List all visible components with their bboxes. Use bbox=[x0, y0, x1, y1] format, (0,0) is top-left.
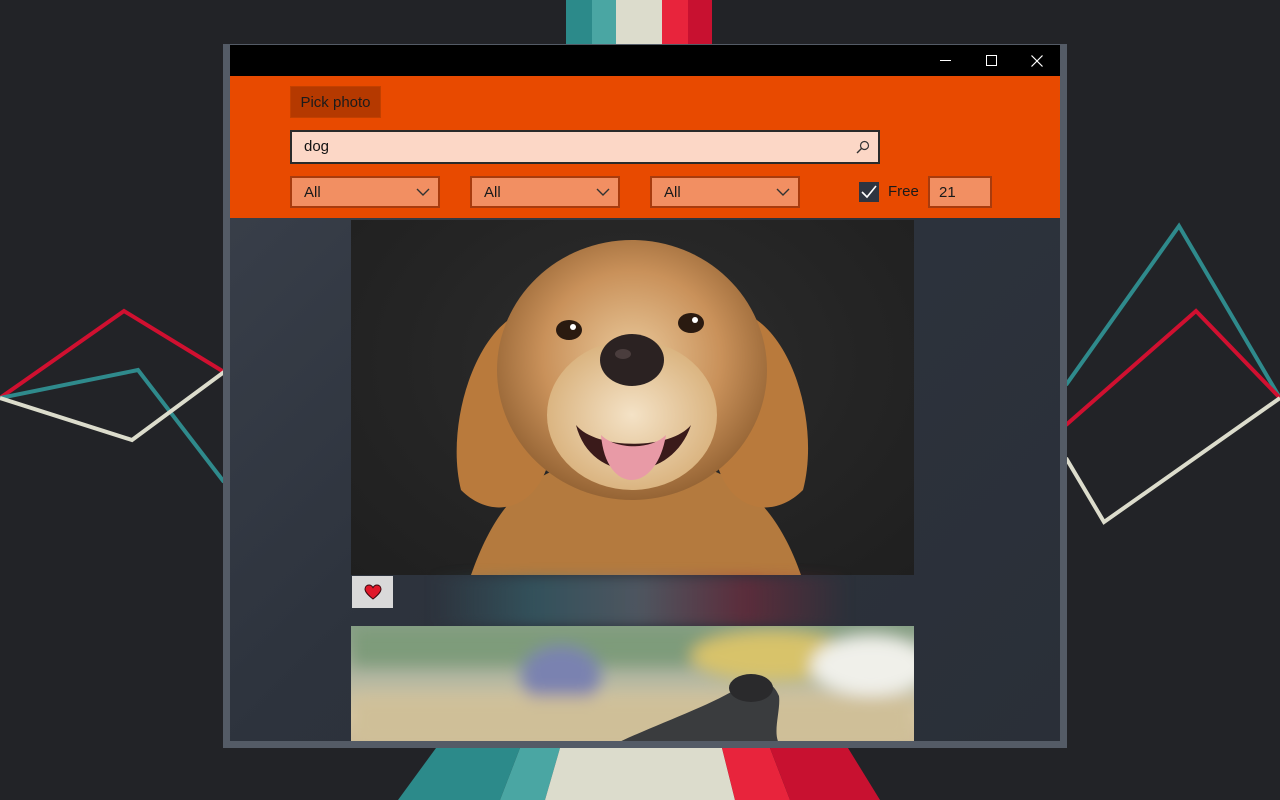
maximize-icon bbox=[985, 55, 997, 66]
heart-icon bbox=[363, 584, 382, 600]
app-content: Pick photo dog All All All Free 21 bbox=[230, 76, 1060, 741]
gradient-accent bbox=[430, 576, 850, 626]
photo-card-1-image[interactable] bbox=[351, 220, 914, 575]
pick-photo-button[interactable]: Pick photo bbox=[290, 86, 381, 118]
search-icon[interactable] bbox=[856, 140, 870, 154]
dog-nose-photo bbox=[351, 626, 914, 741]
chevron-down-icon bbox=[416, 188, 430, 196]
close-button[interactable] bbox=[1014, 45, 1060, 76]
toolbar-header: Pick photo dog All All All Free 21 bbox=[230, 76, 1060, 218]
minimize-icon bbox=[939, 60, 951, 61]
like-button[interactable] bbox=[352, 576, 393, 608]
minimize-button[interactable] bbox=[922, 45, 968, 76]
filter-dropdown-1[interactable]: All bbox=[290, 176, 440, 208]
checkmark-icon bbox=[861, 185, 877, 199]
chevron-down-icon bbox=[596, 188, 610, 196]
app-window: Pick photo dog All All All Free 21 bbox=[223, 44, 1067, 748]
maximize-button[interactable] bbox=[968, 45, 1014, 76]
filter-dropdown-2-value: All bbox=[484, 184, 501, 201]
search-input[interactable]: dog bbox=[290, 130, 880, 164]
dog-photo bbox=[456, 240, 809, 575]
close-icon bbox=[1031, 54, 1043, 67]
filter-dropdown-1-value: All bbox=[304, 184, 321, 201]
filter-dropdown-2[interactable]: All bbox=[470, 176, 620, 208]
search-input-value: dog bbox=[304, 138, 330, 155]
free-label[interactable]: Free bbox=[888, 183, 919, 200]
filter-dropdown-3[interactable]: All bbox=[650, 176, 800, 208]
count-input-value: 21 bbox=[939, 184, 956, 201]
title-bar[interactable] bbox=[230, 45, 1060, 76]
count-input[interactable]: 21 bbox=[928, 176, 992, 208]
free-checkbox[interactable] bbox=[859, 182, 879, 202]
chevron-down-icon bbox=[776, 188, 790, 196]
photo-card-2-image[interactable] bbox=[351, 626, 914, 741]
filter-dropdown-3-value: All bbox=[664, 184, 681, 201]
